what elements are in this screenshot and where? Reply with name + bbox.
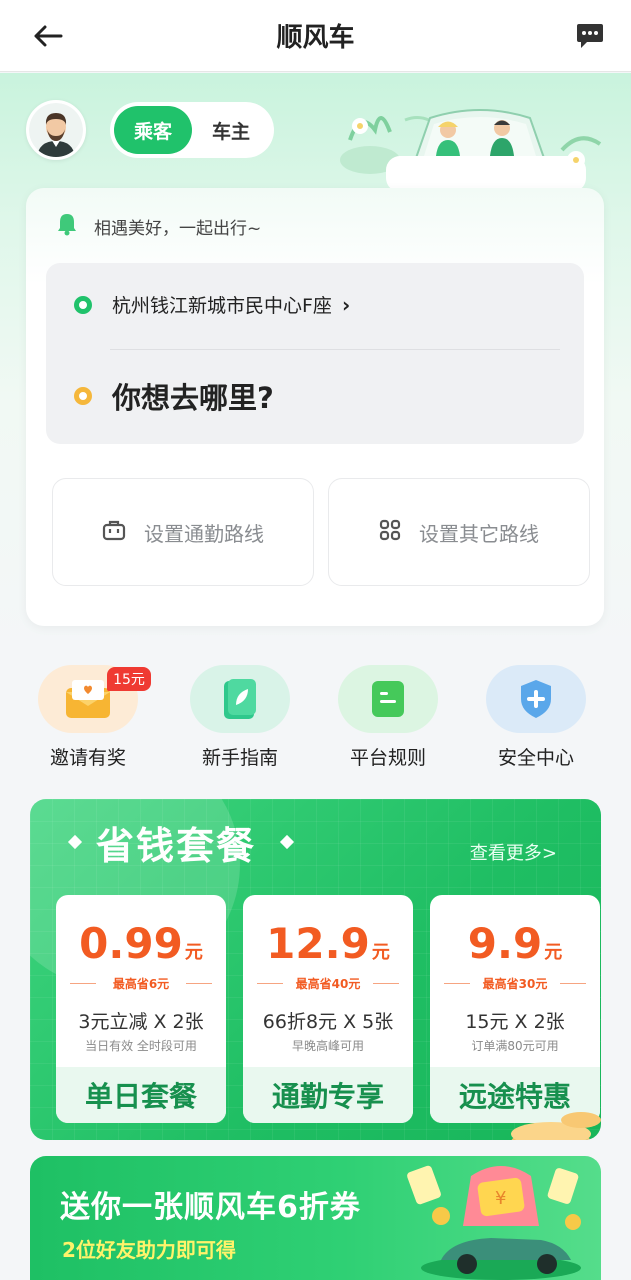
package-price: 9.9 <box>467 919 543 968</box>
guide-book-icon <box>190 665 290 733</box>
destination-input[interactable]: 你想去哪里? <box>74 375 274 417</box>
package-card-commute[interactable]: 12.9 元 最高省40元 66折8元 X 5张 早晚高峰可用 通勤专享 <box>243 895 413 1123</box>
top-bar: 顺风车 <box>0 0 631 72</box>
page-title: 顺风车 <box>276 23 355 53</box>
set-other-route-button[interactable]: 设置其它路线 <box>328 478 590 586</box>
bell-icon <box>56 212 78 240</box>
saving-package-section: 省钱套餐 查看更多> 0.99 元 最高省6元 3元立减 X 2张 当日有效 全时… <box>30 799 601 1140</box>
price-unit: 元 <box>544 942 563 963</box>
slogan-text: 相遇美好，一起出行~ <box>94 218 262 239</box>
back-arrow-icon[interactable] <box>30 20 66 52</box>
package-condition: 当日有效 全时段可用 <box>85 1039 197 1053</box>
package-desc: 66折8元 X 5张 <box>262 1011 394 1033</box>
origin-address: 杭州钱江新城市民中心F座 <box>112 295 332 317</box>
trip-card: 相遇美好，一起出行~ 杭州钱江新城市民中心F座 › 你想去哪里? 设置通勤路线 … <box>26 188 604 626</box>
package-card-daily[interactable]: 0.99 元 最高省6元 3元立减 X 2张 当日有效 全时段可用 单日套餐 <box>56 895 226 1123</box>
package-price: 12.9 <box>266 919 370 968</box>
coupon-car-illustration: ¥ <box>401 1156 601 1280</box>
coupon-banner[interactable]: 送你一张顺风车6折券 2位好友助力即可得 ¥ <box>30 1156 601 1280</box>
quick-entry-label: 安全中心 <box>497 747 574 769</box>
package-condition: 早晚高峰可用 <box>291 1039 364 1053</box>
banner-subtitle: 2位好友助力即可得 <box>62 1238 236 1262</box>
destination-placeholder: 你想去哪里? <box>112 381 274 415</box>
destination-dot-icon <box>74 387 92 405</box>
message-icon[interactable] <box>573 20 607 52</box>
package-condition: 订单满80元可用 <box>471 1039 559 1053</box>
banner-title: 送你一张顺风车6折券 <box>60 1190 361 1225</box>
quick-entry-label: 新手指南 <box>201 747 278 769</box>
max-saving: 最高省30元 <box>482 977 548 991</box>
quick-entry-label: 平台规则 <box>349 747 426 769</box>
grid-icon <box>379 519 401 545</box>
origin-dot-icon <box>74 295 92 314</box>
package-title: 省钱套餐 <box>96 824 257 868</box>
reward-badge: 15元 <box>107 667 151 691</box>
divider <box>110 349 560 350</box>
address-box: 杭州钱江新城市民中心F座 › 你想去哪里? <box>46 263 584 444</box>
carpool-illustration <box>330 100 620 192</box>
view-more-link[interactable]: 查看更多> <box>470 839 557 865</box>
quick-entry-label: 邀请有奖 <box>49 747 126 769</box>
chevron-right-icon: › <box>341 292 351 317</box>
price-unit: 元 <box>184 942 203 963</box>
package-name: 单日套餐 <box>56 1067 226 1123</box>
safety-center-entry[interactable]: 安全中心 <box>481 665 591 770</box>
coins-decoration-icon <box>491 1090 601 1140</box>
price-unit: 元 <box>371 942 390 963</box>
other-route-label: 设置其它路线 <box>419 521 539 546</box>
role-switch: 乘客 车主 <box>110 102 274 158</box>
role-passenger-tab[interactable]: 乘客 <box>114 106 192 154</box>
briefcase-icon <box>102 519 126 545</box>
slogan: 相遇美好，一起出行~ <box>56 212 261 240</box>
package-desc: 3元立减 X 2张 <box>78 1011 204 1033</box>
avatar[interactable] <box>26 100 86 160</box>
package-card-long-distance[interactable]: 9.9 元 最高省30元 15元 X 2张 订单满80元可用 远途特惠 <box>430 895 600 1123</box>
max-saving: 最高省40元 <box>295 977 361 991</box>
svg-text:¥: ¥ <box>495 1188 506 1209</box>
package-desc: 15元 X 2张 <box>465 1011 565 1033</box>
commute-route-label: 设置通勤路线 <box>144 521 264 546</box>
role-driver-tab[interactable]: 车主 <box>192 106 270 154</box>
rules-doc-icon <box>338 665 438 733</box>
origin-row[interactable]: 杭州钱江新城市民中心F座 › <box>74 291 350 318</box>
set-commute-route-button[interactable]: 设置通勤路线 <box>52 478 314 586</box>
package-price: 0.99 <box>79 919 183 968</box>
package-name: 通勤专享 <box>243 1067 413 1123</box>
shield-plus-icon <box>486 665 586 733</box>
max-saving: 最高省6元 <box>112 977 170 991</box>
beginner-guide-entry[interactable]: 新手指南 <box>185 665 295 770</box>
platform-rules-entry[interactable]: 平台规则 <box>333 665 443 770</box>
